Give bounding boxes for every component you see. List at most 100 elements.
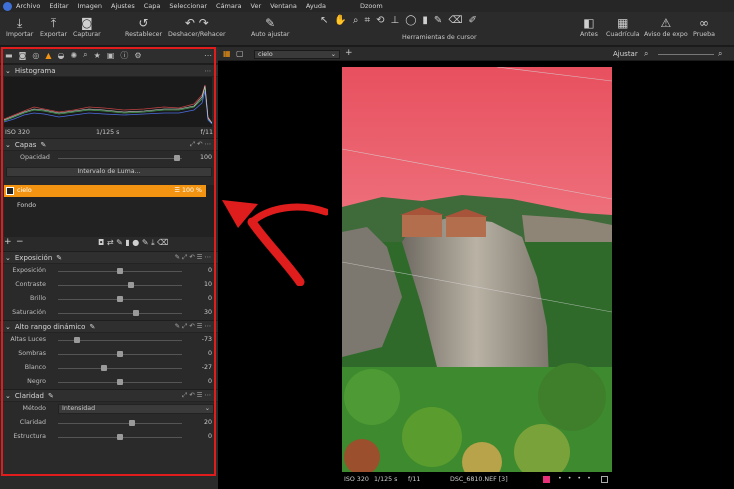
details-icon[interactable]: ⌕: [83, 50, 87, 60]
clarity-slider[interactable]: [129, 420, 136, 426]
hdr-track[interactable]: [58, 368, 182, 369]
method-select[interactable]: Intensidad ⌄: [58, 404, 214, 414]
star-icon[interactable]: ★: [94, 51, 101, 60]
layer-visibility-checkbox[interactable]: [6, 187, 14, 195]
exposure-value[interactable]: 0: [208, 295, 212, 302]
camera-tab-icon[interactable]: ◙: [19, 51, 27, 60]
grid-view-icon[interactable]: ▦: [223, 49, 231, 58]
zoom-icon[interactable]: ⌕: [353, 15, 359, 26]
section-controls[interactable]: ✎⤢↶☰⋯: [175, 253, 213, 262]
grid-button[interactable]: ▦ Cuadrícula: [606, 15, 640, 38]
opacity-value[interactable]: 100: [200, 154, 212, 161]
hdr-slider[interactable]: [73, 337, 80, 343]
exposure-slider[interactable]: [117, 296, 123, 302]
exposure-track[interactable]: [58, 285, 182, 286]
section-controls[interactable]: ⤢↶☰⋯: [182, 391, 213, 400]
layer-item-cielo[interactable]: cielo ☰ 100 %: [4, 185, 206, 197]
sun-icon[interactable]: ✺: [70, 51, 77, 60]
rotate-icon[interactable]: ⟲: [376, 15, 384, 26]
select-box-icon[interactable]: [601, 476, 608, 483]
color-icon[interactable]: ◒: [57, 51, 64, 60]
clarity-value[interactable]: 20: [204, 419, 212, 426]
histogram-header[interactable]: ⌄ Histograma ⋯: [0, 64, 218, 77]
more-icon[interactable]: ⋯: [205, 67, 214, 75]
exposure-slider[interactable]: [133, 310, 140, 316]
clarity-value[interactable]: 0: [208, 433, 212, 440]
add-icon[interactable]: +: [345, 48, 353, 58]
hdr-slider[interactable]: [117, 351, 123, 357]
exposure-tab-icon[interactable]: ▲: [45, 51, 51, 60]
collapse-icon[interactable]: ⌄: [5, 67, 11, 75]
hdr-value[interactable]: -27: [202, 364, 212, 371]
menu-ayuda[interactable]: Ayuda: [306, 2, 326, 10]
zoom-in-icon[interactable]: ⌕: [718, 49, 722, 59]
keystone-icon[interactable]: ⊥: [390, 15, 399, 26]
luma-range-button[interactable]: Intervalo de Luma...: [6, 167, 212, 177]
layer-item-fondo[interactable]: Fondo: [17, 202, 36, 209]
pointer-icon[interactable]: ↖: [320, 15, 328, 26]
eraser-icon[interactable]: ⌫: [448, 15, 462, 26]
proof-button[interactable]: ∞ Prueba: [693, 15, 715, 38]
menu-camara[interactable]: Cámara: [216, 2, 242, 10]
rating-dots[interactable]: ••••: [558, 475, 597, 482]
hand-icon[interactable]: ✋: [334, 15, 346, 26]
hdr-value[interactable]: -73: [202, 336, 212, 343]
exposure-value[interactable]: 30: [204, 309, 212, 316]
clipboard-icon[interactable]: ▣: [107, 51, 115, 60]
hdr-header[interactable]: ⌄ Alto rango dinámico ✎ ✎⤢↶☰⋯: [0, 320, 218, 333]
undo-redo-button[interactable]: ↶ ↷ Deshacer/Rehacer: [168, 15, 226, 38]
exposure-value[interactable]: 0: [208, 267, 212, 274]
clarity-header[interactable]: ⌄ Claridad ✎ ⤢↶☰⋯: [0, 389, 218, 402]
menu-editar[interactable]: Editar: [49, 2, 68, 10]
menu-ventana[interactable]: Ventana: [270, 2, 297, 10]
opacity-track[interactable]: [58, 158, 182, 159]
remove-layer-icon[interactable]: −: [16, 237, 24, 247]
viewer-layer-select[interactable]: cielo ⌄: [254, 50, 340, 59]
section-controls[interactable]: ⤢↶⋯: [190, 140, 213, 149]
more-icon[interactable]: ⋯: [204, 51, 212, 60]
menu-ajustes[interactable]: Ajustes: [111, 2, 135, 10]
zoom-slider[interactable]: [658, 54, 714, 55]
zoom-out-icon[interactable]: ⌕: [644, 49, 648, 59]
mask-tools[interactable]: ◘ ⇄ ✎ ▮ ● ✎ ⤓ ⌫: [98, 238, 168, 248]
gear-icon[interactable]: ⚙: [134, 51, 141, 60]
capture-button[interactable]: ◙ Capturar: [73, 15, 101, 38]
menu-capa[interactable]: Capa: [144, 2, 161, 10]
spot-icon[interactable]: ◯: [405, 15, 416, 26]
lens-icon[interactable]: ◎: [32, 51, 39, 60]
crop-icon[interactable]: ⌗: [364, 15, 370, 26]
opacity-slider[interactable]: [174, 155, 181, 161]
menu-imagen[interactable]: Imagen: [78, 2, 102, 10]
exposure-header[interactable]: ⌄ Exposición ✎ ✎⤢↶☰⋯: [0, 251, 218, 264]
color-tag-icon[interactable]: [543, 476, 550, 483]
reset-button[interactable]: ↺ Restablecer: [125, 15, 162, 38]
brush-icon[interactable]: ✎: [434, 15, 442, 26]
exposure-slider[interactable]: [117, 268, 123, 274]
folder-icon[interactable]: ▬: [5, 51, 13, 60]
collapse-icon[interactable]: ⌄: [5, 323, 11, 331]
menu-ver[interactable]: Ver: [251, 2, 262, 10]
add-layer-icon[interactable]: +: [4, 237, 12, 247]
hdr-value[interactable]: 0: [208, 350, 212, 357]
hdr-slider[interactable]: [100, 365, 107, 371]
menu-archivo[interactable]: Archivo: [16, 2, 40, 10]
clarity-track[interactable]: [58, 423, 182, 424]
exposure-value[interactable]: 10: [204, 281, 212, 288]
collapse-icon[interactable]: ⌄: [5, 254, 11, 262]
collapse-icon[interactable]: ⌄: [5, 141, 11, 149]
hdr-slider[interactable]: [117, 379, 123, 385]
auto-adjust-button[interactable]: ✎ Auto ajustar: [251, 15, 289, 38]
gradient-icon[interactable]: ▮: [422, 15, 428, 26]
exposure-warning-button[interactable]: ⚠ Aviso de expo: [644, 15, 688, 38]
exposure-slider[interactable]: [128, 282, 135, 288]
hdr-value[interactable]: 0: [208, 378, 212, 385]
info-icon[interactable]: ⓘ: [120, 50, 128, 61]
collapse-icon[interactable]: ⌄: [5, 392, 11, 400]
single-view-icon[interactable]: ▢: [236, 49, 244, 58]
import-button[interactable]: ⤓ Importar: [6, 15, 33, 38]
picker-icon[interactable]: ✐: [468, 15, 476, 26]
menu-seleccionar[interactable]: Seleccionar: [169, 2, 207, 10]
before-button[interactable]: ◧ Antes: [580, 15, 598, 38]
layers-header[interactable]: ⌄ Capas ✎ ⤢↶⋯: [0, 138, 218, 151]
exposure-track[interactable]: [58, 313, 182, 314]
